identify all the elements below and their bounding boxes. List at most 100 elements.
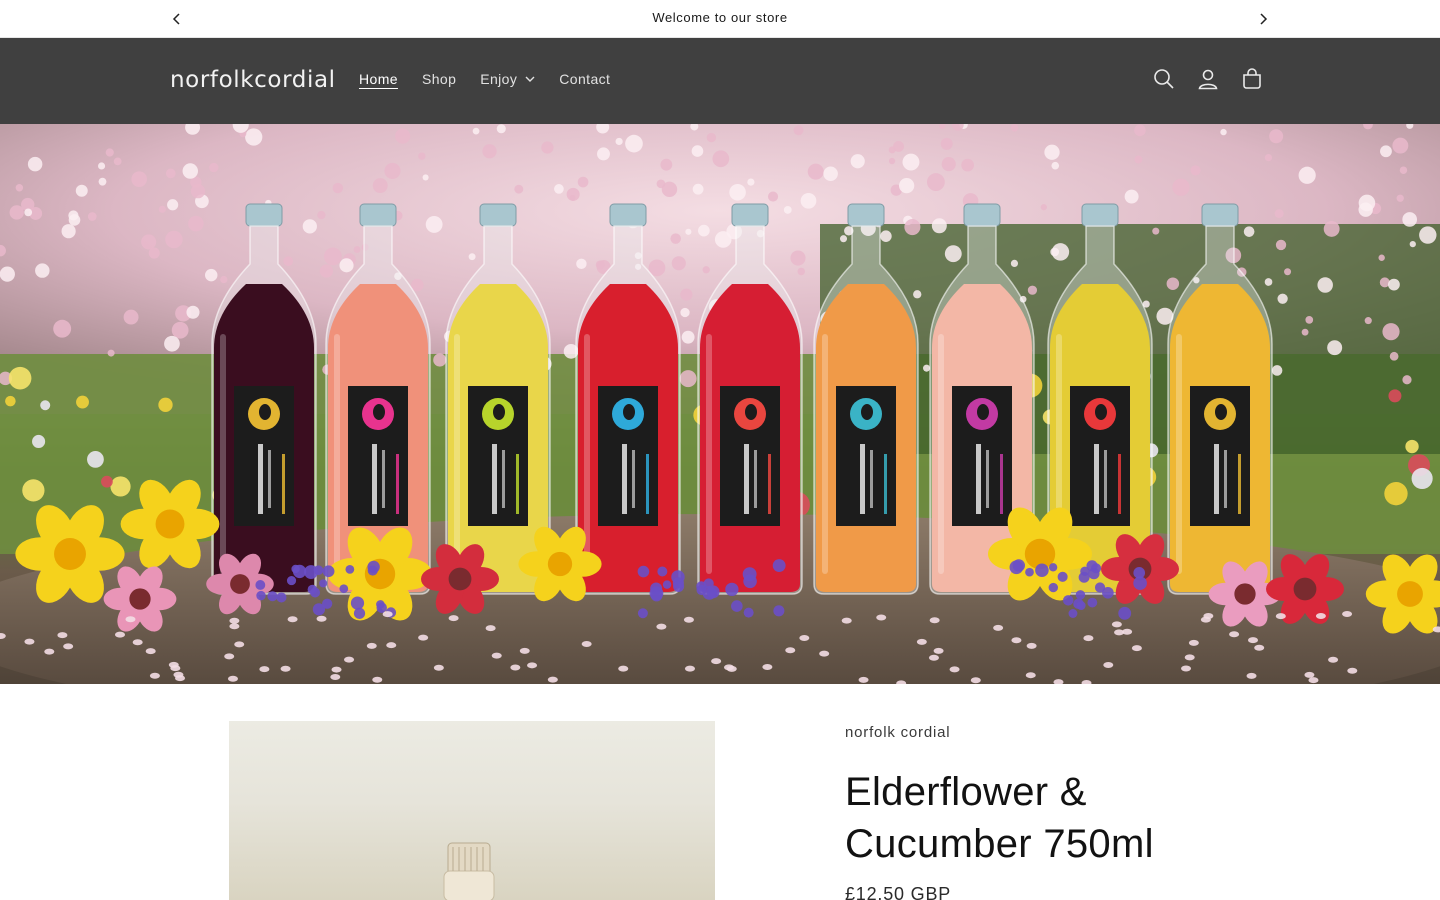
label-logo-hole [977, 404, 989, 420]
petal-speck [24, 638, 35, 645]
label-text-line [1094, 444, 1099, 514]
label-text-line [870, 450, 873, 508]
label-text-line [860, 444, 865, 514]
petal-speck [1304, 671, 1315, 678]
lavender-bud [650, 589, 663, 602]
flower-center [54, 538, 86, 570]
search-icon [1154, 69, 1174, 89]
hero-banner [0, 124, 1440, 684]
petal-speck [382, 611, 393, 618]
flower-center [547, 551, 573, 577]
nav-item-shop[interactable]: Shop [410, 71, 468, 87]
petal-speck [949, 666, 960, 673]
petal-speck [1103, 661, 1114, 668]
lavender-bud [286, 576, 297, 586]
label-text-line [744, 444, 749, 514]
petal-speck [876, 614, 887, 621]
petal-speck [57, 632, 68, 639]
label-text-line [646, 454, 649, 514]
announcement-next-button[interactable] [1253, 9, 1273, 29]
lavender-bud [1063, 595, 1074, 606]
cart-button[interactable] [1240, 67, 1264, 91]
chevron-down-icon [525, 76, 535, 82]
petal-speck [175, 675, 186, 682]
label-text-line [372, 444, 377, 514]
lavender-bud [1118, 606, 1132, 620]
petal-speck [519, 647, 530, 654]
lavender-bud [1080, 566, 1090, 576]
nav-item-home[interactable]: Home [347, 71, 410, 87]
bottle-cap [847, 203, 885, 227]
bottle-cap [1081, 203, 1119, 227]
petal-speck [372, 676, 383, 683]
lavender-bud [276, 592, 287, 603]
label-logo-hole [1095, 404, 1107, 420]
bottle-highlight [822, 334, 828, 574]
petal-speck [929, 617, 940, 624]
petal-speck [63, 643, 74, 650]
petal-speck [762, 664, 773, 671]
label-text-line [768, 454, 771, 514]
petal-speck [280, 665, 291, 672]
petal-speck [785, 647, 796, 654]
lavender-bud [256, 590, 266, 601]
search-button[interactable] [1152, 67, 1176, 91]
account-button[interactable] [1196, 67, 1220, 91]
label-text-line [282, 454, 285, 514]
petal-speck [1347, 667, 1358, 674]
lavender-bud [637, 608, 648, 619]
product-image[interactable] [229, 721, 715, 900]
label-logo-hole [373, 404, 385, 420]
label-text-line [396, 454, 399, 514]
label-text-line [1224, 450, 1227, 508]
lavender-bud [1048, 582, 1058, 593]
label-text-line [1238, 454, 1241, 514]
lavender-bud [339, 584, 349, 594]
lavender-bud [702, 586, 717, 600]
petal-speck [485, 625, 496, 632]
petal-speck [581, 640, 592, 647]
petal-speck [145, 648, 156, 655]
lavender-bud [255, 580, 266, 590]
lavender-bud [1057, 571, 1068, 582]
label-text-line [258, 444, 263, 514]
lavender-bud [322, 598, 333, 609]
petal-speck [1131, 645, 1142, 652]
nav-item-label: Home [359, 71, 398, 87]
petal-speck [1342, 611, 1353, 618]
lavender-bud [725, 582, 739, 597]
flower-center [155, 509, 185, 539]
petal-speck [1308, 677, 1319, 684]
lavender-bud [267, 591, 278, 602]
petal-speck [723, 664, 734, 671]
petal-speck [1248, 637, 1258, 644]
petal-speck [819, 650, 830, 657]
lavender-bud [673, 580, 685, 592]
lavender-bud [291, 564, 300, 574]
flower-center [448, 567, 472, 591]
bottle-highlight [334, 334, 340, 574]
site-logo[interactable]: norfolkcordial [170, 67, 336, 93]
main-nav: Home Shop Enjoy Contact [347, 71, 622, 87]
flower-center [129, 588, 151, 610]
label-text-line [986, 450, 989, 508]
petal-speck [366, 642, 377, 649]
petal-speck [841, 617, 852, 624]
flower-center [230, 574, 250, 594]
label-text-line [754, 450, 757, 508]
petal-speck [799, 635, 810, 642]
petal-speck [344, 656, 355, 663]
petal-speck [132, 639, 143, 646]
chevron-right-icon [1260, 13, 1268, 25]
lavender-bud [657, 566, 668, 577]
lavender-bud [1009, 560, 1024, 575]
header-icons [1152, 67, 1264, 91]
lavender-bud [353, 607, 366, 619]
lavender-bud [322, 565, 335, 578]
flower-center [1234, 583, 1256, 605]
nav-item-enjoy[interactable]: Enjoy [468, 71, 547, 87]
nav-item-contact[interactable]: Contact [547, 71, 622, 87]
lavender-bud [1076, 601, 1086, 611]
petal-speck [858, 676, 869, 683]
petal-speck [510, 664, 521, 671]
